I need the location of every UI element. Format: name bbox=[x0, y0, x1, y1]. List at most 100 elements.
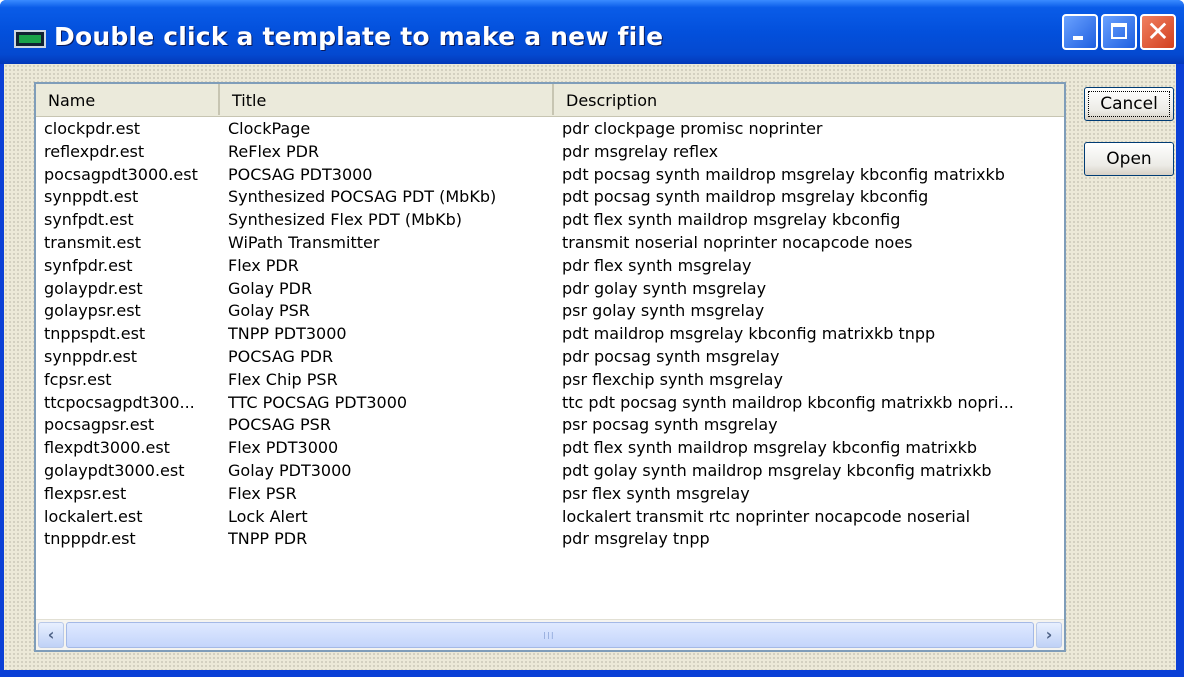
template-description: pdr clockpage promisc noprinter bbox=[562, 119, 823, 138]
list-item[interactable]: pocsagpsr.est POCSAG PSR psr pocsag synth … bbox=[36, 414, 1064, 437]
template-description: transmit noserial noprinter nocapcode no… bbox=[562, 233, 913, 252]
template-description: pdt flex synth maildrop msgrelay kbconfi… bbox=[562, 210, 901, 230]
template-name: flexpsr.est bbox=[44, 483, 127, 503]
template-list[interactable]: Name Title Description clockpdr.est Clock… bbox=[34, 82, 1066, 652]
close-icon: ✕ bbox=[1146, 15, 1170, 48]
list-item[interactable]: tnppspdt.est TNPP PDT3000 pdt maildrop msg… bbox=[36, 323, 1064, 346]
list-item[interactable]: flexpdt3000.est Flex PDT3000 pdt flex synt… bbox=[36, 437, 1064, 460]
template-description: pdt pocsag synth maildrop msgrelay kbcon… bbox=[562, 164, 1005, 184]
template-description: pdr msgrelay reflex bbox=[562, 141, 719, 161]
template-description: pdt pocsag synth maildrop msgrelay kbcon… bbox=[562, 187, 929, 207]
template-title: Golay PDT3000 bbox=[228, 461, 352, 480]
scroll-right-button[interactable]: › bbox=[1036, 622, 1062, 648]
template-title: ClockPage bbox=[228, 119, 311, 138]
template-title: Golay PSR bbox=[228, 301, 310, 321]
minimize-icon[interactable] bbox=[1062, 14, 1098, 50]
template-title: ReFlex PDR bbox=[228, 141, 320, 161]
template-name: flexpdt3000.est bbox=[44, 438, 170, 458]
template-name: reflexpdr.est bbox=[44, 141, 145, 161]
template-title: TNPP PDT3000 bbox=[228, 324, 347, 344]
focus-rectangle bbox=[1088, 91, 1170, 117]
open-button[interactable]: Open bbox=[1084, 142, 1174, 176]
close-button[interactable]: ✕ bbox=[1140, 14, 1176, 50]
template-title: Flex PDR bbox=[228, 255, 299, 275]
template-description: pdt golay synth maildrop msgrelay kbconf… bbox=[562, 461, 992, 480]
list-item[interactable]: pocsagpdt3000.est POCSAG PDT3000 pdt pocsa… bbox=[36, 164, 1064, 187]
scrollbar-thumb[interactable]: III bbox=[66, 622, 1034, 648]
chevron-left-icon: ‹ bbox=[47, 625, 55, 644]
template-description: lockalert transmit rtc noprinter nocapco… bbox=[562, 506, 971, 526]
template-name: synfpdr.est bbox=[44, 255, 133, 275]
column-header-name[interactable]: Name bbox=[36, 84, 220, 115]
chevron-right-icon: › bbox=[1045, 625, 1053, 644]
template-description: pdt flex synth maildrop msgrelay kbconfi… bbox=[562, 438, 978, 458]
window-title: Double click a template to make a new fi… bbox=[54, 22, 664, 51]
list-item[interactable]: golaypdr.est Golay PDR pdr golay synth msg… bbox=[36, 278, 1064, 301]
list-item[interactable]: synfpdt.est Synthesized Flex PDT (MbKb) pd… bbox=[36, 209, 1064, 232]
template-name: synppdt.est bbox=[44, 187, 139, 207]
template-title: POCSAG PDT3000 bbox=[228, 164, 373, 184]
template-title: TNPP PDR bbox=[228, 529, 308, 549]
list-item[interactable]: synppdr.est POCSAG PDR pdr pocsag synth ms… bbox=[36, 346, 1064, 369]
dialog-window: Double click a template to make a new fi… bbox=[0, 0, 1184, 677]
dialog-client-area: Name Title Description clockpdr.est Clock… bbox=[4, 64, 1176, 670]
template-title: Lock Alert bbox=[228, 506, 308, 526]
template-description: psr pocsag synth msgrelay bbox=[562, 415, 778, 435]
list-item[interactable]: golaypdt3000.est Golay PDT3000 pdt golay s… bbox=[36, 460, 1064, 483]
scroll-left-button[interactable]: ‹ bbox=[38, 622, 64, 648]
template-name: pocsagpsr.est bbox=[44, 415, 155, 435]
list-item[interactable]: flexpsr.est Flex PSR psr flex synth msgrel… bbox=[36, 483, 1064, 506]
template-description: psr flex synth msgrelay bbox=[562, 483, 750, 503]
template-name: golaypdt3000.est bbox=[44, 461, 185, 480]
template-name: transmit.est bbox=[44, 233, 141, 252]
template-title: Flex PSR bbox=[228, 483, 297, 503]
template-description: pdr pocsag synth msgrelay bbox=[562, 347, 780, 366]
template-name: golaypdr.est bbox=[44, 278, 143, 298]
list-item[interactable]: synppdt.est Synthesized POCSAG PDT (MbKb)… bbox=[36, 186, 1064, 209]
horizontal-scrollbar[interactable]: ‹ III › bbox=[36, 619, 1064, 650]
template-name: golaypsr.est bbox=[44, 301, 141, 321]
template-title: Flex Chip PSR bbox=[228, 369, 338, 389]
template-name: synppdr.est bbox=[44, 347, 138, 366]
list-item[interactable]: reflexpdr.est ReFlex PDR pdr msgrelay refl… bbox=[36, 141, 1064, 164]
list-header: Name Title Description bbox=[36, 84, 1064, 117]
list-item[interactable]: transmit.est WiPath Transmitter transmit n… bbox=[36, 232, 1064, 255]
template-name: tnpppdr.est bbox=[44, 529, 136, 549]
template-title: Golay PDR bbox=[228, 278, 313, 298]
column-header-description[interactable]: Description bbox=[554, 84, 1064, 115]
template-description: psr golay synth msgrelay bbox=[562, 301, 765, 321]
open-button-label: Open bbox=[1106, 149, 1152, 169]
template-title: TTC POCSAG PDT3000 bbox=[228, 392, 408, 412]
list-item[interactable]: tnpppdr.est TNPP PDR pdr msgrelay tnpp bbox=[36, 528, 1064, 551]
grip-icon: III bbox=[543, 631, 555, 642]
column-header-title[interactable]: Title bbox=[220, 84, 554, 115]
list-item[interactable]: synfpdr.est Flex PDR pdr flex synth msgrel… bbox=[36, 255, 1064, 278]
template-name: clockpdr.est bbox=[44, 119, 141, 138]
template-title: POCSAG PDR bbox=[228, 347, 334, 366]
app-icon bbox=[14, 30, 46, 48]
list-item[interactable]: ttcpocsagpdt300... TTC POCSAG PDT3000 ttc … bbox=[36, 392, 1064, 415]
template-description: pdr golay synth msgrelay bbox=[562, 278, 767, 298]
template-name: pocsagpdt3000.est bbox=[44, 164, 198, 184]
template-title: WiPath Transmitter bbox=[228, 233, 380, 252]
template-title: Synthesized POCSAG PDT (MbKb) bbox=[228, 187, 497, 207]
template-description: pdr msgrelay tnpp bbox=[562, 529, 710, 549]
template-name: tnppspdt.est bbox=[44, 324, 146, 344]
cancel-button[interactable]: Cancel bbox=[1084, 87, 1174, 121]
template-title: Synthesized Flex PDT (MbKb) bbox=[228, 210, 462, 230]
maximize-icon[interactable] bbox=[1101, 14, 1137, 50]
template-title: POCSAG PSR bbox=[228, 415, 331, 435]
title-bar[interactable]: Double click a template to make a new fi… bbox=[0, 0, 1184, 64]
template-name: fcpsr.est bbox=[44, 369, 112, 389]
template-name: synfpdt.est bbox=[44, 210, 134, 230]
list-item[interactable]: golaypsr.est Golay PSR psr golay synth msg… bbox=[36, 300, 1064, 323]
list-item[interactable]: fcpsr.est Flex Chip PSR psr flexchip synth… bbox=[36, 369, 1064, 392]
template-name: ttcpocsagpdt300... bbox=[44, 392, 195, 412]
template-description: psr flexchip synth msgrelay bbox=[562, 369, 783, 389]
template-title: Flex PDT3000 bbox=[228, 438, 339, 458]
template-name: lockalert.est bbox=[44, 506, 143, 526]
list-item[interactable]: lockalert.est Lock Alert lockalert transmi… bbox=[36, 506, 1064, 529]
template-description: pdt maildrop msgrelay kbconfig matrixkb … bbox=[562, 324, 936, 344]
list-item[interactable]: clockpdr.est ClockPage pdr clockpage promi… bbox=[36, 118, 1064, 141]
template-description: pdr flex synth msgrelay bbox=[562, 255, 752, 275]
